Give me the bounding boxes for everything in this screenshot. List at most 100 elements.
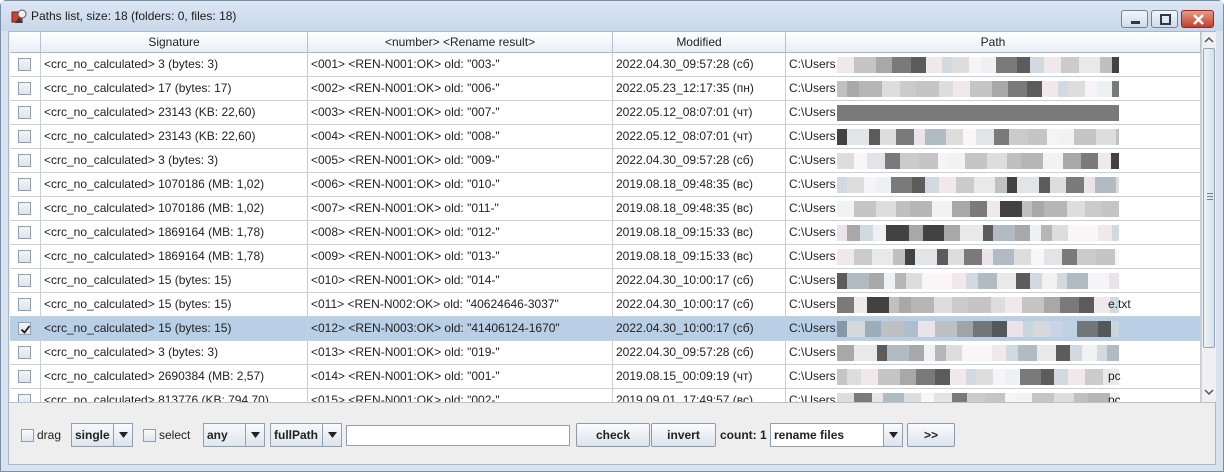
path-tail: pc: [1108, 393, 1121, 402]
vertical-scrollbar[interactable]: [1201, 32, 1216, 402]
paths-table[interactable]: Signature <number> <Rename result> Modif…: [10, 32, 1201, 402]
redaction-pixel: [1005, 297, 1022, 313]
cell-signature: <crc_no_calculated> 3 (bytes: 3): [41, 149, 308, 173]
scroll-grip: [1207, 196, 1213, 197]
redaction-pixel: [965, 153, 987, 169]
redaction-pixel: [900, 369, 916, 385]
run-action-button[interactable]: >>: [907, 423, 955, 447]
table-row[interactable]: <crc_no_calculated> 15 (bytes: 15) <011> …: [10, 293, 1201, 317]
cell-signature: <crc_no_calculated> 17 (bytes: 17): [41, 77, 308, 101]
title-bar[interactable]: Paths list, size: 18 (folders: 0, files:…: [1, 1, 1223, 31]
row-checkbox[interactable]: [18, 322, 31, 335]
redaction-pixel: [1085, 369, 1103, 385]
row-checkbox[interactable]: [18, 226, 31, 239]
row-checkbox[interactable]: [18, 58, 31, 71]
table-row[interactable]: <crc_no_calculated> 23143 (KB: 22,60) <00…: [10, 125, 1201, 149]
cell-signature: <crc_no_calculated> 23143 (KB: 22,60): [41, 125, 308, 149]
redacted-path-block: [837, 269, 1119, 293]
redacted-path-block: [837, 365, 1119, 389]
scroll-down-arrow-icon[interactable]: [1204, 387, 1214, 397]
maximize-button[interactable]: [1151, 10, 1178, 28]
mode-select[interactable]: single: [71, 423, 133, 447]
redaction-pixel: [854, 153, 867, 169]
table-row[interactable]: <crc_no_calculated> 15 (bytes: 15) <012> …: [10, 317, 1201, 341]
table-row[interactable]: <crc_no_calculated> 15 (bytes: 15) <010> …: [10, 269, 1201, 293]
redaction-pixel: [900, 81, 916, 97]
table-row[interactable]: <crc_no_calculated> 23143 (KB: 22,60) <00…: [10, 101, 1201, 125]
redaction-pixel: [1077, 321, 1098, 337]
redaction-pixel: [925, 177, 939, 193]
column-header-rename-result[interactable]: <number> <Rename result>: [308, 32, 613, 53]
redaction-pixel: [916, 81, 939, 97]
table-row[interactable]: <crc_no_calculated> 1070186 (MB: 1,02) <0…: [10, 173, 1201, 197]
row-checkbox[interactable]: [18, 250, 31, 263]
table-row[interactable]: <crc_no_calculated> 2690384 (MB: 2,57) <0…: [10, 365, 1201, 389]
redaction-pixel: [1023, 321, 1033, 337]
redaction-pixel: [876, 201, 896, 217]
row-checkbox[interactable]: [18, 202, 31, 215]
redaction-pixel: [837, 321, 847, 337]
row-checkbox[interactable]: [18, 82, 31, 95]
table-row[interactable]: <crc_no_calculated> 17 (bytes: 17) <002> …: [10, 77, 1201, 101]
table-row[interactable]: <crc_no_calculated> 3 (bytes: 3) <005> <R…: [10, 149, 1201, 173]
row-checkbox[interactable]: [18, 154, 31, 167]
match-select[interactable]: any: [203, 423, 265, 447]
redaction-pixel: [910, 201, 932, 217]
table-row[interactable]: <crc_no_calculated> 1869164 (MB: 1,78) <0…: [10, 221, 1201, 245]
table-row[interactable]: <crc_no_calculated> 1070186 (MB: 1,02) <0…: [10, 197, 1201, 221]
redaction-pixel: [948, 249, 964, 265]
redaction-pixel: [837, 105, 854, 121]
column-header-signature[interactable]: Signature: [41, 32, 308, 53]
invert-button[interactable]: invert: [651, 423, 716, 447]
redaction-pixel: [1039, 177, 1050, 193]
app-icon: [11, 9, 27, 23]
scope-select[interactable]: fullPath: [270, 423, 342, 447]
table-row[interactable]: <crc_no_calculated> 813776 (KB: 794,70) <…: [10, 389, 1201, 402]
redaction-pixel: [1088, 393, 1110, 402]
redaction-pixel: [946, 345, 962, 361]
table-row[interactable]: <crc_no_calculated> 3 (bytes: 3) <013> <R…: [10, 341, 1201, 365]
mode-select-arrow[interactable]: [113, 424, 132, 446]
column-header-path[interactable]: Path: [786, 32, 1201, 53]
match-select-arrow[interactable]: [245, 424, 264, 446]
table-row[interactable]: <crc_no_calculated> 1869164 (MB: 1,78) <0…: [10, 245, 1201, 269]
select-checkbox[interactable]: [143, 429, 156, 442]
redaction-pixel: [909, 225, 923, 241]
redaction-pixel: [1085, 201, 1101, 217]
minimize-button[interactable]: [1121, 10, 1148, 28]
action-select[interactable]: rename files: [770, 423, 903, 447]
column-header-modified[interactable]: Modified: [613, 32, 786, 53]
redaction-pixel: [1017, 177, 1039, 193]
close-button[interactable]: [1181, 10, 1214, 28]
table-row[interactable]: <crc_no_calculated> 3 (bytes: 3) <001> <R…: [10, 53, 1201, 77]
row-checkbox[interactable]: [18, 106, 31, 119]
redaction-pixel: [939, 177, 956, 193]
redaction-pixel: [1095, 177, 1116, 193]
cell-modified: 2022.04.30_09:57:28 (сб): [613, 149, 786, 173]
redaction-pixel: [867, 153, 885, 169]
scroll-thumb[interactable]: [1203, 48, 1215, 348]
main-content: Signature <number> <Rename result> Modif…: [8, 31, 1216, 465]
redaction-pixel: [889, 297, 899, 313]
row-checkbox[interactable]: [18, 298, 31, 311]
redaction-pixel: [1074, 393, 1088, 402]
redaction-pixel: [1050, 177, 1066, 193]
row-checkbox[interactable]: [18, 274, 31, 287]
row-checkbox[interactable]: [18, 130, 31, 143]
row-checkbox[interactable]: [18, 178, 31, 191]
check-button[interactable]: check: [576, 423, 650, 447]
filter-input[interactable]: [346, 425, 570, 446]
redaction-pixel: [896, 201, 910, 217]
cell-rename: <007> <REN-N001:OK> old: "011-": [308, 197, 613, 221]
row-checkbox[interactable]: [18, 370, 31, 383]
column-header-check[interactable]: [10, 32, 41, 53]
action-select-arrow[interactable]: [883, 424, 902, 446]
row-checkbox[interactable]: [18, 394, 31, 402]
row-checkbox[interactable]: [18, 346, 31, 359]
scroll-up-arrow-icon[interactable]: [1204, 35, 1214, 45]
redaction-pixel: [1043, 153, 1063, 169]
scope-select-arrow[interactable]: [322, 424, 341, 446]
drag-checkbox[interactable]: [21, 429, 34, 442]
redaction-pixel: [1063, 153, 1081, 169]
redaction-pixel: [1044, 297, 1060, 313]
